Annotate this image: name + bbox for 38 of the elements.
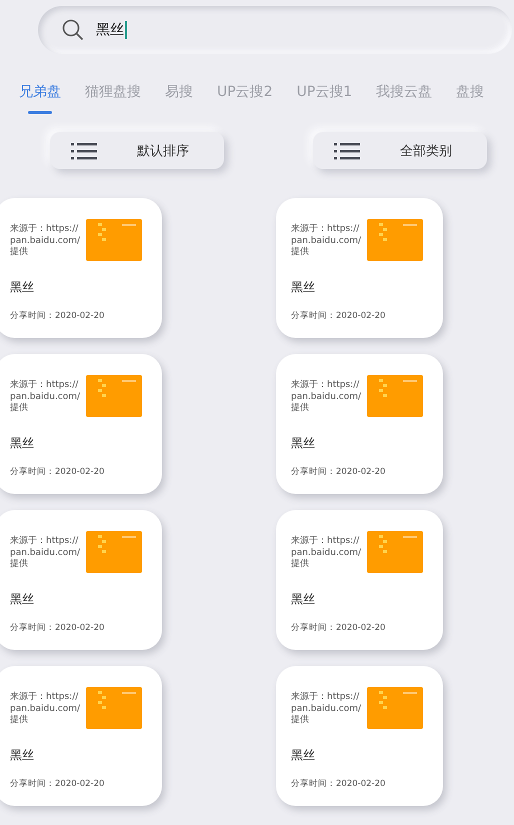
result-title: 黑丝 bbox=[291, 747, 316, 764]
share-time: 分享时间：2020-02-20 bbox=[291, 778, 386, 790]
share-time: 分享时间：2020-02-20 bbox=[291, 622, 386, 634]
search-field[interactable]: 黑丝 bbox=[38, 6, 512, 54]
share-time: 分享时间：2020-02-20 bbox=[10, 466, 106, 478]
filter-button[interactable]: 全部类别 bbox=[313, 132, 487, 169]
result-title: 黑丝 bbox=[291, 435, 316, 452]
source-text: 来源于：https://pan.baidu.com/提供 bbox=[291, 224, 362, 258]
result-title: 黑丝 bbox=[10, 435, 35, 452]
result-card[interactable]: 来源于：https://pan.baidu.com/提供 黑丝 分享时间：2020-02-20 bbox=[276, 354, 443, 494]
result-card[interactable]: 来源于：https://pan.baidu.com/提供 黑丝 分享时间：2020-02-20 bbox=[276, 510, 443, 650]
result-title: 黑丝 bbox=[10, 591, 35, 608]
source-text: 来源于：https://pan.baidu.com/提供 bbox=[10, 380, 82, 414]
share-time: 分享时间：2020-02-20 bbox=[10, 778, 106, 790]
list-icon bbox=[71, 142, 97, 160]
result-title: 黑丝 bbox=[10, 747, 35, 764]
source-text: 来源于：https://pan.baidu.com/提供 bbox=[10, 536, 82, 570]
share-time: 分享时间：2020-02-20 bbox=[291, 466, 386, 478]
result-card[interactable]: 来源于：https://pan.baidu.com/提供 黑丝 分享时间：2020-02-20 bbox=[0, 198, 162, 338]
share-time: 分享时间：2020-02-20 bbox=[291, 310, 386, 322]
result-title: 黑丝 bbox=[291, 279, 316, 296]
filter-button[interactable]: 默认排序 bbox=[50, 132, 224, 169]
source-text: 来源于：https://pan.baidu.com/提供 bbox=[291, 692, 362, 726]
source-text: 来源于：https://pan.baidu.com/提供 bbox=[291, 380, 362, 414]
result-card[interactable]: 来源于：https://pan.baidu.com/提供 黑丝 分享时间：2020-02-20 bbox=[0, 354, 162, 494]
result-card[interactable]: 来源于：https://pan.baidu.com/提供 黑丝 分享时间：2020-02-20 bbox=[276, 198, 443, 338]
result-card[interactable]: 来源于：https://pan.baidu.com/提供 黑丝 分享时间：2020-02-20 bbox=[0, 666, 162, 806]
source-text: 来源于：https://pan.baidu.com/提供 bbox=[291, 536, 362, 570]
result-title: 黑丝 bbox=[10, 279, 35, 296]
search-icon bbox=[62, 19, 84, 41]
source-text: 来源于：https://pan.baidu.com/提供 bbox=[10, 692, 82, 726]
result-title: 黑丝 bbox=[291, 591, 316, 608]
result-card[interactable]: 来源于：https://pan.baidu.com/提供 黑丝 分享时间：2020-02-20 bbox=[276, 666, 443, 806]
list-icon bbox=[334, 142, 360, 160]
share-time: 分享时间：2020-02-20 bbox=[10, 310, 106, 322]
source-text: 来源于：https://pan.baidu.com/提供 bbox=[10, 224, 82, 258]
share-time: 分享时间：2020-02-20 bbox=[10, 622, 106, 634]
result-card[interactable]: 来源于：https://pan.baidu.com/提供 黑丝 分享时间：2020-02-20 bbox=[0, 510, 162, 650]
